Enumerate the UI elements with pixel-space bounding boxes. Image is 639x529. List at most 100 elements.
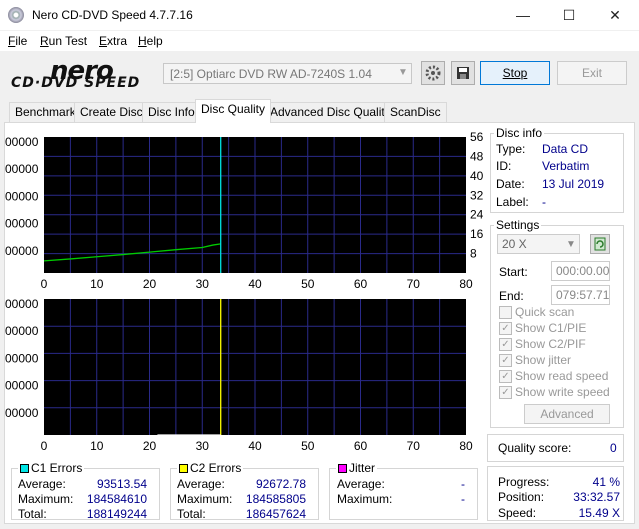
- y-tick-label: 00000: [5, 189, 39, 203]
- x-tick-label: 0: [41, 439, 48, 453]
- x-tick-label: 40: [248, 277, 262, 290]
- c1-errors-header: C1 Errors: [18, 461, 85, 475]
- quality-score-label: Quality score:: [498, 441, 572, 455]
- c2-total-value: 186457624: [245, 507, 306, 521]
- y-right-tick-label: 24: [470, 208, 484, 222]
- menu-bar: [0, 31, 639, 51]
- stop-label: Stop: [502, 66, 528, 80]
- settings-title: Settings: [494, 218, 542, 232]
- c1-total-label: Total:: [18, 507, 47, 521]
- progress-value: 41 %: [592, 475, 620, 489]
- option-checkbox[interactable]: ✓: [499, 386, 512, 399]
- option-label: Show write speed: [515, 385, 610, 399]
- y-right-tick-label: 56: [470, 130, 484, 144]
- x-tick-label: 20: [143, 277, 157, 290]
- menu-extra[interactable]: Extra: [99, 34, 127, 48]
- y-right-tick-label: 40: [470, 169, 484, 183]
- option-checkbox[interactable]: [499, 306, 512, 319]
- minimize-button[interactable]: —: [500, 0, 546, 30]
- logo-cd-dvd-speed: CD·DVD SPEED: [11, 75, 141, 91]
- jitter-header: Jitter: [336, 461, 378, 475]
- c2-average-value: 92672.78: [255, 477, 306, 491]
- start-field[interactable]: 000:00.00: [551, 261, 610, 281]
- c2-color-swatch: [179, 463, 188, 473]
- x-tick-label: 70: [407, 439, 421, 453]
- c2-chart: 00000000000000000000000000 10 20 30 40 50 60 70…: [5, 297, 473, 453]
- speed-label: Speed:: [498, 506, 537, 520]
- c2-total-label: Total:: [177, 507, 206, 521]
- tab-create-disc[interactable]: Create Disc: [74, 102, 149, 122]
- y-tick-label: 00000: [5, 217, 39, 231]
- tab-disc-info[interactable]: Disc Info: [142, 102, 201, 122]
- position-value: 33:32.57: [573, 490, 620, 504]
- y-tick-label: 00000: [5, 351, 39, 365]
- x-tick-label: 0: [41, 277, 48, 290]
- quality-score-value: 0: [610, 441, 617, 455]
- app-disc-icon: [8, 7, 24, 23]
- id-label: ID:: [496, 159, 512, 173]
- jitter-average-value: -: [461, 477, 465, 491]
- close-button[interactable]: ✕: [592, 0, 638, 30]
- label-value: -: [542, 195, 546, 209]
- tab-scandisc[interactable]: ScanDisc: [384, 102, 447, 122]
- option-label: Show read speed: [515, 369, 609, 383]
- refresh-icon: [594, 237, 606, 251]
- y-right-tick-label: 48: [470, 149, 484, 163]
- c1-errors-title: C1 Errors: [31, 461, 83, 475]
- stop-button[interactable]: Stop: [480, 61, 550, 85]
- x-tick-label: 50: [301, 439, 315, 453]
- y-right-tick-label: 32: [470, 188, 484, 202]
- start-label: Start:: [499, 265, 528, 279]
- option-label: Quick scan: [515, 305, 575, 319]
- refresh-speed-button[interactable]: [590, 234, 610, 254]
- jitter-maximum-value: -: [461, 492, 465, 506]
- label-label: Label:: [496, 195, 529, 209]
- end-label: End:: [499, 289, 524, 303]
- jitter-title: Jitter: [349, 461, 376, 475]
- y-tick-label: 00000: [5, 406, 39, 420]
- y-tick-label: 00000: [5, 297, 39, 311]
- exit-button[interactable]: Exit: [557, 61, 627, 85]
- x-tick-label: 10: [90, 439, 104, 453]
- c2-maximum-value: 184585805: [245, 492, 306, 506]
- y-tick-label: 00000: [5, 135, 39, 149]
- c2-errors-header: C2 Errors: [177, 461, 244, 475]
- tab-advanced-disc-quality[interactable]: Advanced Disc Quality: [264, 102, 397, 122]
- option-checkbox[interactable]: ✓: [499, 370, 512, 383]
- x-tick-label: 50: [301, 277, 315, 290]
- c1-maximum-value: 184584610: [86, 492, 147, 506]
- end-field[interactable]: 079:57.71: [551, 285, 610, 305]
- option-label: Show jitter: [515, 353, 572, 367]
- y-tick-label: 00000: [5, 324, 39, 338]
- chevron-down-icon: ▼: [398, 67, 408, 78]
- option-checkbox[interactable]: ✓: [499, 338, 512, 351]
- window-title: Nero CD-DVD Speed 4.7.7.16: [32, 8, 193, 22]
- drive-config-button[interactable]: [421, 61, 445, 85]
- maximize-button[interactable]: ☐: [546, 0, 592, 30]
- x-tick-label: 30: [196, 439, 210, 453]
- drive-select[interactable]: [2:5] Optiarc DVD RW AD-7240S 1.04: [163, 63, 412, 84]
- option-checkbox[interactable]: ✓: [499, 322, 512, 335]
- menu-run-test[interactable]: Run Test: [40, 34, 87, 48]
- x-tick-label: 60: [354, 439, 368, 453]
- x-tick-label: 40: [248, 439, 262, 453]
- type-label: Type:: [496, 142, 526, 156]
- x-tick-label: 70: [407, 277, 421, 290]
- tab-benchmark[interactable]: Benchmark: [9, 102, 82, 122]
- y-tick-label: 00000: [5, 162, 39, 176]
- menu-file[interactable]: File: [8, 34, 27, 48]
- advanced-button[interactable]: Advanced: [524, 404, 610, 424]
- date-value: 13 Jul 2019: [542, 177, 605, 191]
- tab-disc-quality[interactable]: Disc Quality: [195, 99, 272, 123]
- floppy-icon: [457, 67, 469, 79]
- menu-help[interactable]: Help: [138, 34, 163, 48]
- option-checkbox[interactable]: ✓: [499, 354, 512, 367]
- x-tick-label: 60: [354, 277, 368, 290]
- x-tick-label: 30: [196, 277, 210, 290]
- y-right-tick-label: 8: [470, 247, 477, 261]
- c2-errors-title: C2 Errors: [190, 461, 242, 475]
- x-tick-label: 20: [143, 439, 157, 453]
- c1-total-value: 188149244: [86, 507, 147, 521]
- save-button[interactable]: [451, 61, 475, 85]
- c1-color-swatch: [20, 463, 29, 473]
